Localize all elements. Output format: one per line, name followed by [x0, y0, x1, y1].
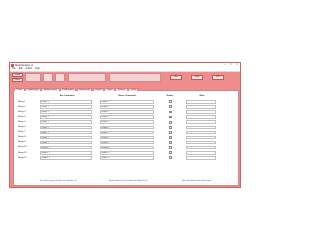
status-checkbox[interactable]	[169, 146, 172, 150]
tab-timers[interactable]: Timers	[104, 87, 116, 91]
reset-command-field[interactable]: relay1 0	[100, 100, 154, 104]
footer-note-reset: Reset values to pass to drive the relay …	[109, 180, 148, 182]
reset-command-field[interactable]: relay4 0	[100, 115, 154, 119]
relay-label: Relay 3	[18, 110, 26, 113]
set-command-field[interactable]: relay1 1	[40, 100, 92, 104]
tab-digital-inputs[interactable]: Digital Inputs	[25, 87, 42, 91]
window-title: ModCalculator v1	[14, 63, 34, 67]
status-checkbox[interactable]	[169, 156, 172, 160]
note-field[interactable]	[186, 110, 216, 114]
note-field[interactable]	[186, 120, 216, 124]
relay-label: Relay 12	[18, 156, 27, 159]
set-command-field[interactable]: relay3 1	[40, 110, 92, 114]
tab-buzzer-leds[interactable]: Buzzer/Leds	[76, 87, 93, 91]
tab-sounds[interactable]: Sounds	[92, 87, 105, 91]
connect-toggle[interactable]	[43, 72, 53, 82]
status-checkbox[interactable]	[169, 136, 172, 139]
port-selector[interactable]	[25, 72, 41, 82]
note-field[interactable]	[186, 115, 216, 119]
reset-command-field[interactable]: relay8 0	[100, 135, 154, 140]
relay-label: Relay 7	[18, 131, 26, 134]
status-checkbox[interactable]	[169, 105, 172, 109]
menu-edit[interactable]: Edit	[19, 68, 23, 70]
header-reset-command: Reset Command	[118, 95, 136, 97]
menu-action[interactable]: Action	[26, 68, 32, 70]
reset-command-field[interactable]: relay10 0	[100, 145, 154, 150]
header-note: Note	[199, 95, 205, 97]
relay-label: Relay 10	[18, 146, 27, 149]
note-field[interactable]	[186, 130, 216, 135]
app-icon	[11, 64, 14, 67]
reset-command-field[interactable]: relay11 0	[100, 151, 154, 155]
tab-relays[interactable]: Relays	[14, 87, 25, 91]
footer-note-set: Set values to pass to drive the state (0…	[40, 180, 77, 182]
reset-command-field[interactable]: relay2 0	[100, 105, 154, 109]
status-display	[68, 72, 106, 82]
status-checkbox[interactable]	[169, 125, 172, 129]
note-field[interactable]	[186, 100, 216, 104]
reset-command-field[interactable]: relay3 0	[100, 110, 154, 114]
tab-sensors[interactable]: Sensors	[115, 87, 128, 91]
set-command-field[interactable]: relay4 1	[40, 115, 92, 119]
set-command-field[interactable]: relay2 1	[40, 105, 92, 109]
status-checkbox[interactable]	[169, 130, 172, 134]
tab-analog-outputs[interactable]: Analog Outputs	[41, 87, 60, 91]
set-command-field[interactable]: relay11 1	[40, 151, 92, 155]
relay-label: Relay 5	[18, 120, 26, 123]
relay-label: Relay 9	[18, 141, 26, 144]
set-command-field[interactable]: relay6 1	[40, 125, 92, 130]
reset-command-field[interactable]: relay5 0	[100, 120, 154, 124]
status-checkbox[interactable]	[169, 141, 172, 144]
set-command-field[interactable]: relay7 1	[40, 130, 92, 135]
tab-strip: Relays Digital Inputs Analog Outputs Pot…	[14, 87, 139, 91]
note-field[interactable]	[186, 145, 216, 150]
load-button[interactable]: Load	[12, 72, 23, 77]
app-window: ModCalculator v1 – □ × File Edit Action …	[9, 62, 241, 188]
relay-label: Relay 1	[18, 100, 26, 103]
status-checkbox[interactable]	[169, 115, 172, 119]
relay-label: Relay 11	[18, 151, 27, 154]
note-field[interactable]	[186, 156, 216, 160]
reset-command-field[interactable]: relay7 0	[100, 130, 154, 135]
status-checkbox[interactable]	[169, 100, 172, 104]
reset-command-field[interactable]: relay9 0	[100, 140, 154, 145]
run-button[interactable]: Run	[170, 75, 182, 80]
tab-config[interactable]: Config	[127, 87, 139, 91]
status-checkbox[interactable]	[169, 110, 172, 114]
menu-help[interactable]: Help	[35, 68, 40, 70]
stop-button[interactable]: Stop	[191, 75, 203, 80]
note-field[interactable]	[186, 125, 216, 130]
save-button[interactable]: Save	[12, 77, 23, 82]
reset-command-field[interactable]: relay6 0	[100, 125, 154, 130]
header-set-command: Set Command	[59, 95, 75, 97]
set-command-field[interactable]: relay10 1	[40, 145, 92, 150]
message-display	[109, 72, 161, 82]
status-checkbox[interactable]	[169, 120, 172, 124]
menu-file[interactable]: File	[12, 68, 16, 70]
status-checkbox[interactable]	[169, 151, 172, 155]
relay-label: Relay 2	[18, 105, 26, 108]
note-field[interactable]	[186, 135, 216, 140]
relay-label: Relay 8	[18, 136, 26, 139]
menu-bar: File Edit Action Help	[10, 67, 240, 72]
set-command-field[interactable]: relay5 1	[40, 120, 92, 124]
note-field[interactable]	[186, 140, 216, 145]
set-command-field[interactable]: relay9 1	[40, 140, 92, 145]
table-row: Relay 12 relay12 1 relay12 0	[14, 156, 238, 161]
tab-panel: Relays Digital Inputs Analog Outputs Pot…	[13, 87, 239, 186]
footer-note-status: Set status from sensor linked input	[182, 180, 212, 182]
header-status: Status	[166, 95, 174, 97]
relay-label: Relay 4	[18, 115, 26, 118]
set-command-field[interactable]: relay12 1	[40, 156, 92, 160]
tab-pot-encoders[interactable]: Pot/Encoders	[59, 87, 77, 91]
relay-label: Relay 6	[18, 126, 26, 129]
exit-button[interactable]: Exit	[212, 75, 224, 80]
reset-command-field[interactable]: relay12 0	[100, 156, 154, 160]
note-field[interactable]	[186, 105, 216, 109]
set-command-field[interactable]: relay8 1	[40, 135, 92, 140]
note-field[interactable]	[186, 151, 216, 155]
disconnect-toggle[interactable]	[55, 72, 65, 82]
